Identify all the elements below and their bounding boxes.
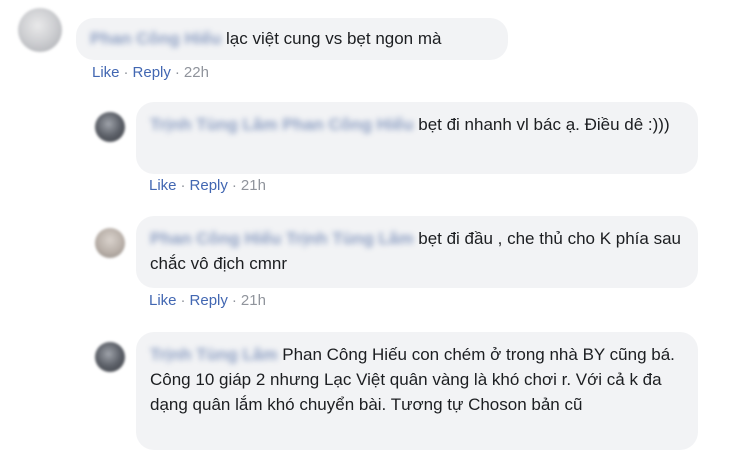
comment-bubble: Phan Công Hiếu Trịnh Tùng Lâm bẹt đi đầu… [136, 216, 698, 288]
timestamp[interactable]: 21h [241, 292, 266, 309]
comment-actions: Like · Reply · 22h [92, 64, 209, 81]
reply-button[interactable]: Reply [133, 64, 171, 81]
tagged-user[interactable]: Trịnh Tùng Lâm [286, 226, 414, 251]
separator: · [180, 177, 186, 194]
like-button[interactable]: Like [149, 177, 177, 194]
separator: · [231, 292, 237, 309]
separator: · [174, 64, 180, 81]
separator: · [231, 177, 237, 194]
comment-author[interactable]: Phan Công Hiếu [150, 226, 281, 251]
commenter-avatar[interactable] [18, 8, 62, 52]
like-button[interactable]: Like [92, 64, 120, 81]
comment-actions: Like · Reply · 21h [149, 292, 266, 309]
comment-text: bẹt đi nhanh vl bác ạ. Điều dê :))) [418, 115, 670, 134]
comment-actions: Like · Reply · 21h [149, 177, 266, 194]
timestamp[interactable]: 21h [241, 177, 266, 194]
comment-bubble: Phan Công Hiếu lạc việt cung vs bẹt ngon… [76, 18, 508, 60]
comment-author[interactable]: Trịnh Tùng Lâm [150, 342, 278, 367]
separator: · [180, 292, 186, 309]
commenter-avatar[interactable] [95, 342, 125, 372]
timestamp[interactable]: 22h [184, 64, 209, 81]
reply-button[interactable]: Reply [190, 292, 228, 309]
commenter-avatar[interactable] [95, 228, 125, 258]
comment-author[interactable]: Phan Công Hiếu [90, 26, 221, 51]
comment-author[interactable]: Trịnh Tùng Lâm [150, 112, 278, 137]
comment-text: lạc việt cung vs bẹt ngon mà [226, 29, 442, 48]
commenter-avatar[interactable] [95, 112, 125, 142]
reply-button[interactable]: Reply [190, 177, 228, 194]
comment-bubble: Trịnh Tùng Lâm Phan Công Hiếu bẹt đi nha… [136, 102, 698, 174]
tagged-user[interactable]: Phan Công Hiếu [282, 112, 413, 137]
like-button[interactable]: Like [149, 292, 177, 309]
comment-bubble: Trịnh Tùng Lâm Phan Công Hiếu con chém ở… [136, 332, 698, 450]
separator: · [123, 64, 129, 81]
